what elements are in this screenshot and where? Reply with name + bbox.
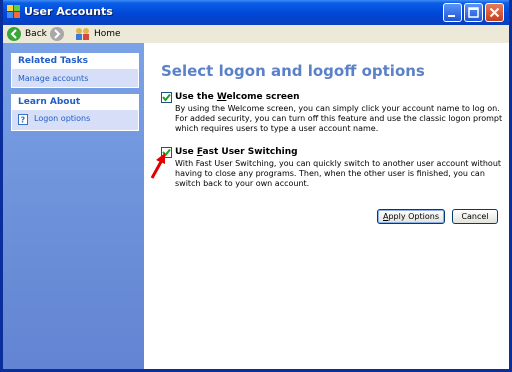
apply-options-button[interactable]: Apply Options (377, 209, 445, 224)
home-button[interactable]: Home (75, 26, 121, 42)
logon-options-link[interactable]: ? Logon options (12, 110, 138, 130)
fast-label-part: Use (175, 147, 197, 157)
window-title: User Accounts (24, 5, 113, 18)
learn-about-header: Learn About (12, 95, 138, 110)
toolbar: Back Home (3, 25, 509, 44)
minimize-button[interactable] (443, 3, 462, 22)
apply-label-part2: pply Options (388, 212, 439, 221)
user-accounts-icon (7, 5, 20, 18)
title-bar[interactable]: User Accounts (3, 0, 509, 25)
manage-accounts-link[interactable]: Manage accounts (12, 69, 138, 90)
forward-button[interactable] (50, 26, 64, 42)
close-button[interactable] (485, 3, 504, 22)
forward-arrow-icon (50, 27, 64, 41)
welcome-label-part2: elcome screen (226, 92, 300, 102)
user-accounts-window: User Accounts Back Home Related Tasks Ma… (0, 0, 512, 372)
maximize-button[interactable] (464, 3, 483, 22)
manage-accounts-label: Manage accounts (18, 74, 89, 83)
back-arrow-icon (7, 27, 21, 41)
fast-user-switching-description: With Fast User Switching, you can quickl… (175, 159, 502, 188)
logon-options-label: Logon options (34, 114, 91, 123)
back-label: Back (25, 29, 47, 39)
cancel-button[interactable]: Cancel (452, 209, 498, 224)
welcome-screen-label[interactable]: Use the Welcome screen (175, 92, 300, 102)
page-title: Select logon and logoff options (161, 62, 425, 80)
home-label: Home (94, 29, 121, 39)
related-tasks-panel: Related Tasks Manage accounts (11, 53, 139, 88)
welcome-screen-checkbox[interactable] (161, 92, 172, 103)
close-icon (489, 7, 500, 18)
task-pane: Related Tasks Manage accounts Learn Abou… (3, 43, 144, 369)
main-content: Select logon and logoff options Use the … (144, 43, 509, 369)
home-users-icon (76, 28, 89, 40)
maximize-icon (468, 7, 479, 18)
minimize-icon (448, 15, 455, 17)
fast-user-switching-label[interactable]: Use Fast User Switching (175, 147, 298, 157)
welcome-label-part: Use the (175, 92, 217, 102)
welcome-screen-description: By using the Welcome screen, you can sim… (175, 104, 503, 133)
red-arrow-annotation (150, 153, 165, 179)
related-tasks-header: Related Tasks (12, 54, 138, 69)
learn-about-panel: Learn About ? Logon options (11, 94, 139, 131)
help-icon: ? (18, 114, 28, 125)
svg-text:?: ? (21, 116, 26, 125)
fast-label-part2: ast User Switching (202, 147, 298, 157)
back-button[interactable]: Back (7, 26, 47, 42)
checkmark-icon (162, 93, 171, 102)
